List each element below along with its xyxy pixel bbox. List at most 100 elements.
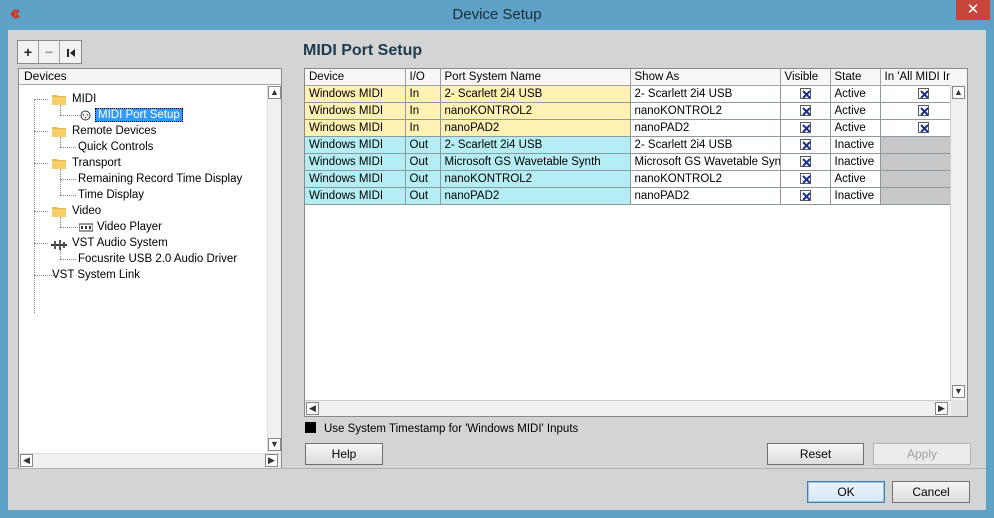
cell-io[interactable]: In — [405, 102, 441, 120]
cell-state[interactable]: Inactive — [830, 136, 881, 154]
remove-device-button[interactable]: − — [39, 41, 60, 63]
cell-visible[interactable] — [780, 119, 831, 137]
tree-item-vst-system-link[interactable]: VST System Link — [52, 267, 140, 283]
cell-show-as[interactable]: 2- Scarlett 2i4 USB — [630, 85, 781, 103]
cell-io[interactable]: Out — [405, 170, 441, 188]
cell-show-as[interactable]: 2- Scarlett 2i4 USB — [630, 136, 781, 154]
cell-visible[interactable] — [780, 136, 831, 154]
tree-item-transport[interactable]: Transport — [72, 155, 121, 171]
visible-checkbox[interactable] — [799, 104, 811, 116]
cell-io[interactable]: In — [405, 119, 441, 137]
cell-state[interactable]: Active — [830, 102, 881, 120]
cell-device[interactable]: Windows MIDI — [305, 85, 406, 103]
all-midi-checkbox[interactable] — [918, 104, 929, 116]
add-device-button[interactable]: + — [18, 41, 39, 63]
column-header-port-system-name[interactable]: Port System Name — [440, 69, 631, 86]
cell-state[interactable]: Active — [830, 119, 881, 137]
scroll-up-icon[interactable]: ▲ — [952, 86, 965, 99]
cell-io[interactable]: Out — [405, 136, 441, 154]
scroll-left-icon[interactable]: ◀ — [20, 454, 33, 467]
cell-port-system-name[interactable]: nanoKONTROL2 — [440, 102, 631, 120]
timestamp-option[interactable]: Use System Timestamp for 'Windows MIDI' … — [305, 422, 578, 436]
tree-item-quick-controls[interactable]: Quick Controls — [78, 139, 153, 155]
tree-item-focusrite-driver[interactable]: Focusrite USB 2.0 Audio Driver — [78, 251, 237, 267]
apply-button[interactable]: Apply — [873, 443, 971, 465]
cell-state[interactable]: Inactive — [830, 153, 881, 171]
cell-state[interactable]: Active — [830, 85, 881, 103]
grid-horizontal-scrollbar[interactable]: ◀ ▶ — [305, 400, 951, 416]
cell-show-as[interactable]: nanoPAD2 — [630, 119, 781, 137]
cell-port-system-name[interactable]: nanoKONTROL2 — [440, 170, 631, 188]
scroll-right-icon[interactable]: ▶ — [265, 454, 278, 467]
cell-show-as[interactable]: nanoPAD2 — [630, 187, 781, 205]
cell-show-as[interactable]: nanoKONTROL2 — [630, 102, 781, 120]
ok-button[interactable]: OK — [807, 481, 885, 503]
column-header-show-as[interactable]: Show As — [630, 69, 781, 86]
tree-item-midi-port-setup[interactable]: MIDI Port Setup — [95, 107, 183, 123]
cell-visible[interactable] — [780, 102, 831, 120]
column-header-visible[interactable]: Visible — [780, 69, 831, 86]
tree-vertical-scrollbar[interactable]: ▲ ▼ — [267, 86, 281, 452]
close-button[interactable]: ✕ — [956, 0, 990, 20]
cell-show-as[interactable]: nanoKONTROL2 — [630, 170, 781, 188]
visible-checkbox[interactable] — [799, 155, 811, 167]
cell-device[interactable]: Windows MIDI — [305, 102, 406, 120]
cell-io[interactable]: Out — [405, 153, 441, 171]
table-row[interactable]: Windows MIDI In 2- Scarlett 2i4 USB 2- Scar… — [305, 85, 967, 103]
reset-device-button[interactable] — [60, 41, 81, 63]
help-button[interactable]: Help — [305, 443, 383, 465]
cell-device[interactable]: Windows MIDI — [305, 136, 406, 154]
tree-item-remote-devices[interactable]: Remote Devices — [72, 123, 156, 139]
column-header-device[interactable]: Device — [305, 69, 406, 86]
all-midi-checkbox[interactable] — [918, 87, 929, 99]
visible-checkbox[interactable] — [799, 87, 811, 99]
cell-io[interactable]: In — [405, 85, 441, 103]
column-header-state[interactable]: State — [830, 69, 881, 86]
visible-checkbox[interactable] — [799, 138, 811, 150]
cell-device[interactable]: Windows MIDI — [305, 153, 406, 171]
cell-device[interactable]: Windows MIDI — [305, 119, 406, 137]
title-bar[interactable]: Device Setup ✕ — [0, 0, 994, 30]
all-midi-checkbox[interactable] — [918, 121, 929, 133]
cell-visible[interactable] — [780, 187, 831, 205]
tree-item-midi[interactable]: MIDI — [72, 91, 96, 107]
tree-item-video-player[interactable]: Video Player — [97, 219, 162, 235]
visible-checkbox[interactable] — [799, 172, 811, 184]
tree-item-remaining-record-time[interactable]: Remaining Record Time Display — [78, 171, 242, 187]
reset-button[interactable]: Reset — [767, 443, 864, 465]
cell-show-as[interactable]: Microsoft GS Wavetable Synth — [630, 153, 781, 171]
cell-port-system-name[interactable]: 2- Scarlett 2i4 USB — [440, 85, 631, 103]
cell-state[interactable]: Inactive — [830, 187, 881, 205]
cell-visible[interactable] — [780, 170, 831, 188]
scroll-up-icon[interactable]: ▲ — [268, 86, 281, 99]
cell-visible[interactable] — [780, 153, 831, 171]
tree-item-time-display[interactable]: Time Display — [78, 187, 144, 203]
timestamp-checkbox[interactable] — [305, 422, 316, 433]
column-header-in-all-midi[interactable]: In 'All MIDI Ir — [880, 69, 967, 86]
table-row[interactable]: Windows MIDI In nanoKONTROL2 nanoKONTROL2 Ac… — [305, 102, 967, 120]
cell-port-system-name[interactable]: nanoPAD2 — [440, 187, 631, 205]
cancel-button[interactable]: Cancel — [892, 481, 970, 503]
cell-port-system-name[interactable]: 2- Scarlett 2i4 USB — [440, 136, 631, 154]
scroll-down-icon[interactable]: ▼ — [952, 385, 965, 398]
tree-item-vst-audio-system[interactable]: VST Audio System — [72, 235, 168, 251]
cell-port-system-name[interactable]: Microsoft GS Wavetable Synth — [440, 153, 631, 171]
tree-horizontal-scrollbar[interactable]: ◀ ▶ — [19, 453, 281, 468]
cell-visible[interactable] — [780, 85, 831, 103]
visible-checkbox[interactable] — [799, 189, 811, 201]
cell-port-system-name[interactable]: nanoPAD2 — [440, 119, 631, 137]
grid-vertical-scrollbar[interactable]: ▲ ▼ — [950, 85, 967, 400]
cell-device[interactable]: Windows MIDI — [305, 187, 406, 205]
column-header-io[interactable]: I/O — [405, 69, 441, 86]
table-row[interactable]: Windows MIDI Out Microsoft GS Wavetable Sy… — [305, 153, 967, 171]
cell-state[interactable]: Active — [830, 170, 881, 188]
cell-device[interactable]: Windows MIDI — [305, 170, 406, 188]
table-row[interactable]: Windows MIDI In nanoPAD2 nanoPAD2 Active — [305, 119, 967, 137]
devices-tree[interactable]: Devices MIDI MIDI Port Setup Remote Devi… — [18, 68, 282, 469]
scroll-left-icon[interactable]: ◀ — [306, 402, 319, 415]
tree-item-video[interactable]: Video — [72, 203, 101, 219]
visible-checkbox[interactable] — [799, 121, 811, 133]
table-row[interactable]: Windows MIDI Out nanoKONTROL2 nanoKONTROL2 A… — [305, 170, 967, 188]
table-row[interactable]: Windows MIDI Out nanoPAD2 nanoPAD2 Inactive — [305, 187, 967, 205]
scroll-right-icon[interactable]: ▶ — [935, 402, 948, 415]
